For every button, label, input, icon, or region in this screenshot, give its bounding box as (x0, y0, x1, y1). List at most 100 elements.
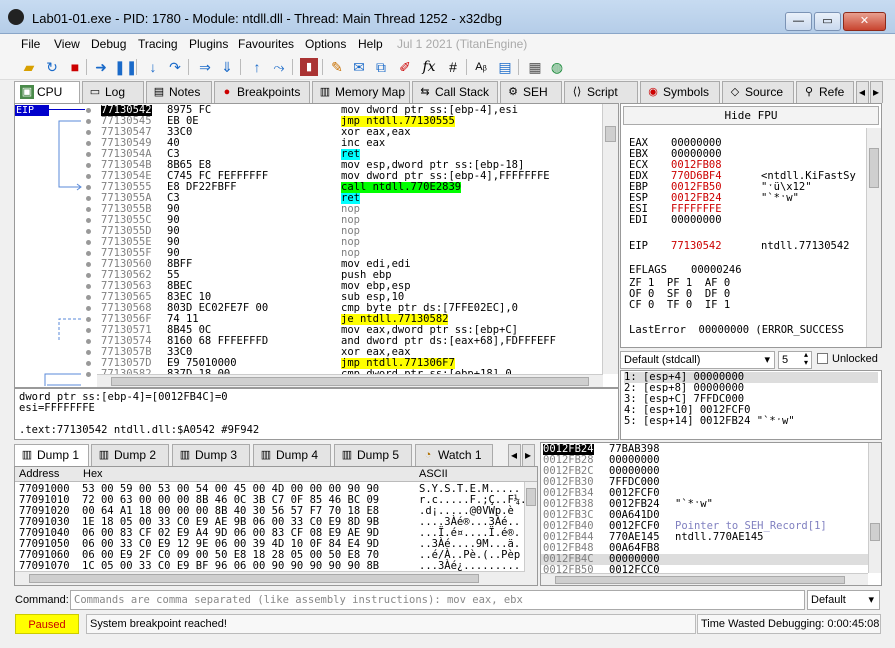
registers-panel[interactable]: Hide FPU EAX 00000000 EBX 00000000 ECX 0012FB… (620, 103, 882, 348)
tab-scroll-left[interactable]: ◂ (856, 81, 869, 103)
register-row[interactable]: ESP 0012FB24 "`*ˑw" (629, 193, 864, 204)
register-row[interactable]: EBX 00000000 (629, 149, 864, 160)
breakpoint-dot-icon[interactable] (86, 130, 91, 135)
calling-convention-select[interactable]: Default (stdcall) ▾ (620, 351, 775, 369)
dump-tab-scroll-right[interactable]: ▸ (522, 444, 535, 466)
breakpoint-dot-icon[interactable] (86, 163, 91, 168)
menu-debug[interactable]: Debug (91, 37, 126, 51)
tab-source[interactable]: ◇ Source (722, 81, 794, 103)
breakpoint-dot-icon[interactable] (86, 306, 91, 311)
menu-tracing[interactable]: Tracing (138, 37, 178, 51)
breakpoint-dot-icon[interactable] (86, 350, 91, 355)
tab-dump-2[interactable]: ▥ Dump 2 (91, 444, 169, 466)
dump-tab-scroll-left[interactable]: ◂ (508, 444, 521, 466)
run-to-user-code-icon[interactable]: ⤳ (270, 58, 288, 76)
font-icon[interactable]: Aᵦ (472, 58, 490, 76)
breakpoint-dot-icon[interactable] (86, 240, 91, 245)
menu-help[interactable]: Help (358, 37, 383, 51)
arguments-panel[interactable]: 1: [esp+4] 00000000 2: [esp+8] 00000000 3:… (620, 370, 882, 440)
register-value[interactable]: 00000246 (691, 265, 742, 276)
tab-symbols[interactable]: ◉ Symbols (640, 81, 720, 103)
breakpoint-dot-icon[interactable] (86, 119, 91, 124)
run-icon[interactable]: ➜ (92, 58, 110, 76)
breakpoint-dot-icon[interactable] (86, 339, 91, 344)
menu-options[interactable]: Options (305, 37, 346, 51)
unlocked-checkbox[interactable]: Unlocked (817, 353, 878, 365)
tab-notes[interactable]: ▤ Notes (146, 81, 212, 103)
breakpoint-dot-icon[interactable] (86, 229, 91, 234)
tab-scroll-right[interactable]: ▸ (870, 81, 883, 103)
breakpoint-dot-icon[interactable] (86, 207, 91, 212)
breakpoint-dot-icon[interactable] (86, 295, 91, 300)
breakpoint-dot-icon[interactable] (86, 196, 91, 201)
menu-favourites[interactable]: Favourites (238, 37, 294, 51)
disassembly-view[interactable]: EIP 77130542 8975 FC mov dword ptr ss:[ebp… (14, 103, 619, 388)
bookmark-icon[interactable]: ✐ (396, 58, 414, 76)
breakpoint-dot-icon[interactable] (86, 174, 91, 179)
breakpoint-dot-icon[interactable] (86, 372, 91, 377)
menu-file[interactable]: File (21, 37, 40, 51)
calculator-icon[interactable]: ▦ (526, 58, 544, 76)
comment-icon[interactable]: ✉ (350, 58, 368, 76)
command-mode-select[interactable]: Default ▾ (807, 590, 880, 610)
breakpoint-dot-icon[interactable] (86, 251, 91, 256)
stack-vertical-scrollbar[interactable] (868, 443, 881, 573)
disassembly-horizontal-scrollbar[interactable] (97, 374, 603, 387)
label-icon[interactable]: ⧉ (372, 58, 390, 76)
tab-watch-1[interactable]: ◔ Watch 1 (415, 444, 493, 466)
breakpoint-dot-icon[interactable] (86, 284, 91, 289)
breakpoint-dot-icon[interactable] (86, 152, 91, 157)
scylla-icon[interactable]: ▮ (300, 58, 318, 76)
register-row[interactable]: EAX 00000000 (629, 138, 864, 149)
flags-row[interactable]: CF 0 TF 0 IF 1 (629, 300, 730, 311)
breakpoint-dot-icon[interactable] (86, 108, 91, 113)
tab-cpu[interactable]: ▣ CPU (14, 81, 80, 104)
function-icon[interactable]: fx (420, 58, 438, 76)
breakpoint-dot-icon[interactable] (86, 317, 91, 322)
command-input[interactable]: Commands are comma separated (like assem… (70, 590, 805, 610)
tab-seh[interactable]: ⚙ SEH (500, 81, 562, 103)
stop-icon[interactable]: ■ (66, 58, 84, 76)
step-over-icon[interactable]: ↷ (166, 58, 184, 76)
tab-dump-4[interactable]: ▥ Dump 4 (253, 444, 331, 466)
tab-dump-3[interactable]: ▥ Dump 3 (172, 444, 250, 466)
stack-horizontal-scrollbar[interactable] (541, 573, 868, 585)
stack-view[interactable]: 0012FB24 77BAB398 0012FB28 00000000 0012FB2C… (540, 442, 882, 586)
step-into-icon[interactable]: ↓ (144, 58, 162, 76)
tab-log[interactable]: ▭ Log (82, 81, 144, 103)
open-folder-icon[interactable]: ▰ (20, 58, 38, 76)
close-button[interactable]: ✕ (843, 12, 886, 31)
hide-fpu-button[interactable]: Hide FPU (623, 106, 879, 125)
register-row[interactable]: EDI 00000000 (629, 215, 864, 226)
tab-references[interactable]: ⚲ Refe (796, 81, 854, 103)
register-row[interactable]: EDX 770D6BF4 <ntdll.KiFastSy (629, 171, 864, 182)
breakpoint-dot-icon[interactable] (86, 273, 91, 278)
argument-count-spinbox[interactable]: 5 ▴ ▾ (778, 351, 812, 369)
tab-breakpoints[interactable]: ● Breakpoints (214, 81, 310, 103)
trace-over-icon[interactable]: ⇓ (218, 58, 236, 76)
tab-dump-5[interactable]: ▥ Dump 5 (334, 444, 412, 466)
maximize-button[interactable]: ▭ (814, 12, 841, 31)
register-value[interactable]: 00000000 (671, 215, 722, 226)
dump-vertical-scrollbar[interactable] (524, 482, 537, 585)
breakpoint-dot-icon[interactable] (86, 262, 91, 267)
register-row[interactable]: ESI FFFFFFFE (629, 204, 864, 215)
tab-call-stack[interactable]: ⇆ Call Stack (412, 81, 498, 103)
globe-icon[interactable]: ◍ (548, 58, 566, 76)
menu-plugins[interactable]: Plugins (189, 37, 228, 51)
restart-icon[interactable]: ↻ (43, 58, 61, 76)
breakpoint-dot-icon[interactable] (86, 328, 91, 333)
breakpoint-dot-icon[interactable] (86, 218, 91, 223)
register-row[interactable]: EBP 0012FB50 "ˑü\x12" (629, 182, 864, 193)
hash-icon[interactable]: # (444, 58, 462, 76)
menu-view[interactable]: View (54, 37, 80, 51)
disassembly-vertical-scrollbar[interactable] (602, 104, 618, 374)
tab-script[interactable]: ⟨⟩ Script (564, 81, 638, 103)
memory-dump-view[interactable]: Address Hex ASCII 77091000 53 00 59 00 53… (14, 466, 538, 586)
preferences-icon[interactable]: ▤ (496, 58, 514, 76)
tab-memory-map[interactable]: ▥ Memory Map (312, 81, 410, 103)
registers-scrollbar[interactable] (866, 128, 881, 347)
tab-dump-1[interactable]: ▥ Dump 1 (14, 444, 89, 467)
register-row-eip[interactable]: EIP 77130542 ntdll.77130542 (629, 241, 864, 252)
execute-till-return-icon[interactable]: ↑ (248, 58, 266, 76)
